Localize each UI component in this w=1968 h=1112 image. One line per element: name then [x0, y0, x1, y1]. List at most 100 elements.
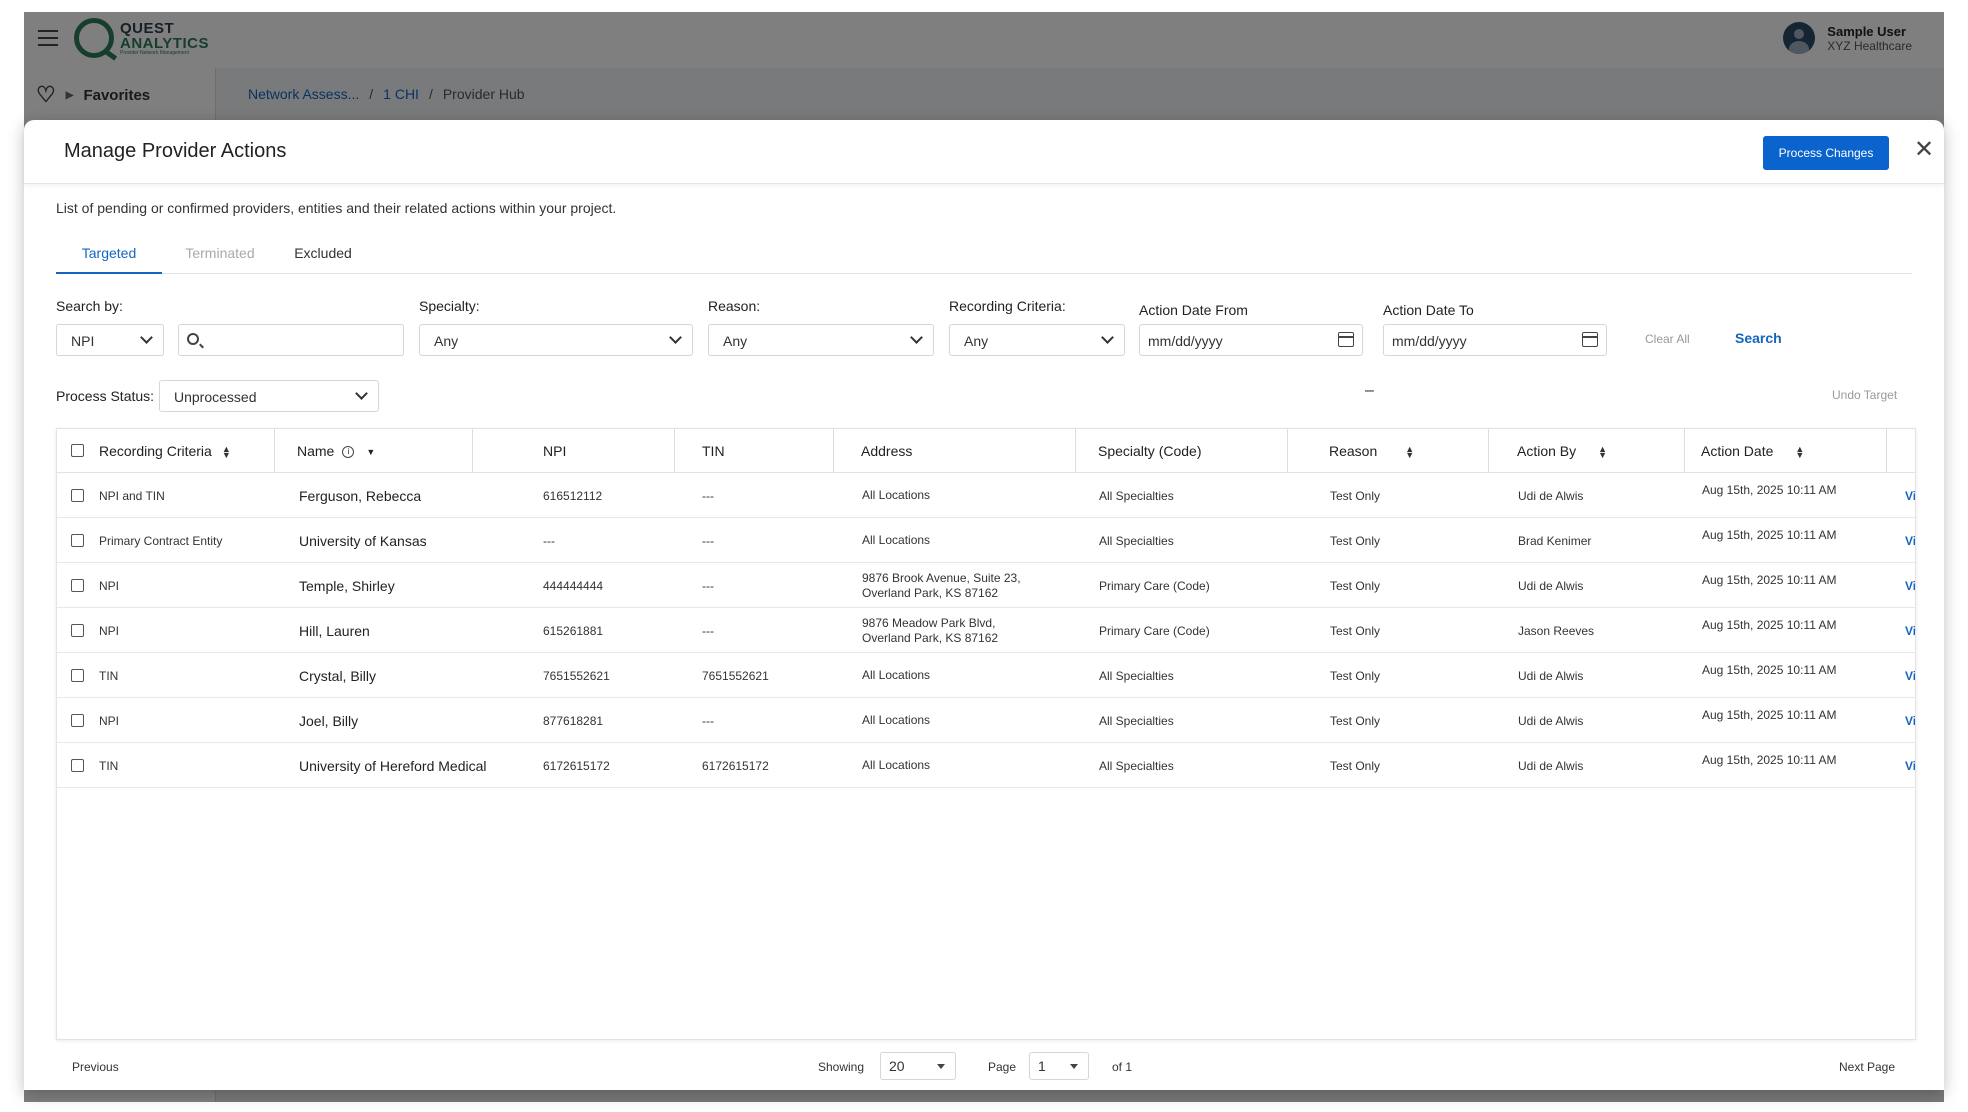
close-icon[interactable]: ✕: [1910, 136, 1938, 164]
next-page-button[interactable]: Next Page: [1839, 1060, 1895, 1074]
row-checkbox[interactable]: [71, 624, 84, 637]
cell-tin: 6172615172: [702, 743, 769, 788]
row-checkbox[interactable]: [71, 759, 84, 772]
row-checkbox[interactable]: [71, 534, 84, 547]
cell-npi-text: 444444444: [543, 578, 604, 593]
table-row: NPI Joel, Billy 877618281 --- All Locations A…: [57, 698, 1915, 743]
view-link[interactable]: Vie: [1905, 698, 1915, 743]
previous-button[interactable]: Previous: [72, 1060, 119, 1074]
cell-action-date: Aug 15th, 2025 10:11 AM: [1702, 563, 1837, 608]
sort-icon[interactable]: ▲ ▼: [1405, 445, 1414, 460]
process-status-value: Unprocessed: [174, 389, 257, 405]
column-reason[interactable]: Reason ▲ ▼: [1329, 429, 1489, 473]
cell-recording-criteria: NPI: [99, 698, 119, 743]
recording-criteria-select[interactable]: Any: [949, 324, 1125, 356]
sort-icon[interactable]: ▲ ▼: [1598, 445, 1607, 460]
view-link[interactable]: Vie: [1905, 608, 1915, 653]
cell-action-date: Aug 15th, 2025 10:11 AM: [1702, 608, 1837, 653]
cell-tin-text: 7651552621: [702, 668, 769, 683]
search-by-label: Search by:: [56, 298, 123, 314]
cell-address-text: All Locations: [862, 533, 931, 547]
column-action-by[interactable]: Action By ▲ ▼: [1517, 429, 1685, 473]
cell-specialty-text: All Specialties: [1099, 668, 1174, 683]
cell-npi: 616512112: [543, 473, 602, 518]
column-action-date[interactable]: Action Date ▲ ▼: [1701, 429, 1887, 473]
table-row: NPI and TIN Ferguson, Rebecca 616512112 ---…: [57, 473, 1915, 518]
reason-select[interactable]: Any: [708, 324, 934, 356]
cell-action-date: Aug 15th, 2025 10:11 AM: [1702, 743, 1837, 788]
cell-name-text: Temple, Shirley: [299, 577, 395, 594]
cell-action-by-text: Jason Reeves: [1518, 623, 1595, 638]
pagination: Previous Showing 20 Page 1 of 1 Next Pag…: [24, 1050, 1944, 1090]
column-recording-criteria[interactable]: Recording Criteria ▲ ▼: [99, 429, 275, 473]
cell-action-by: Brad Kenimer: [1518, 518, 1591, 563]
search-by-select[interactable]: NPI: [56, 324, 164, 356]
process-changes-button[interactable]: Process Changes: [1763, 136, 1889, 170]
view-link[interactable]: Vie: [1905, 653, 1915, 698]
view-link[interactable]: Vie: [1905, 473, 1915, 518]
cell-recording-criteria: TIN: [99, 653, 118, 698]
select-all-checkbox[interactable]: [71, 444, 84, 457]
cell-address: All Locations: [862, 653, 930, 698]
view-link[interactable]: Vie: [1905, 743, 1915, 788]
info-icon[interactable]: i: [342, 446, 355, 459]
column-npi: NPI: [543, 429, 675, 473]
cell-recording-criteria-text: Primary Contract Entity: [99, 533, 223, 548]
tab-targeted[interactable]: Targeted: [56, 236, 162, 274]
clear-all-button[interactable]: Clear All: [1645, 332, 1690, 346]
cell-action-by-text: Udi de Alwis: [1518, 713, 1584, 728]
cell-npi-text: ---: [543, 533, 555, 548]
action-date-from-input[interactable]: mm/dd/yyyy: [1139, 324, 1363, 356]
cell-recording-criteria-text: NPI: [99, 578, 120, 593]
chevron-down-icon: [669, 331, 682, 344]
row-checkbox[interactable]: [71, 579, 84, 592]
cell-address-text: All Locations: [862, 668, 931, 682]
cell-action-by: Udi de Alwis: [1518, 743, 1583, 788]
calendar-icon[interactable]: [1582, 332, 1598, 347]
sort-icon[interactable]: ▲ ▼: [1795, 445, 1804, 460]
tab-terminated[interactable]: Terminated: [174, 236, 266, 274]
cell-recording-criteria: TIN: [99, 743, 118, 788]
cell-reason-text: Test Only: [1330, 488, 1381, 503]
view-link[interactable]: Vie: [1905, 563, 1915, 608]
row-checkbox[interactable]: [71, 489, 84, 502]
page-size-select[interactable]: 20: [880, 1052, 956, 1080]
chevron-down-icon: [140, 331, 153, 344]
cell-specialty-text: All Specialties: [1099, 758, 1174, 773]
search-input[interactable]: [178, 324, 404, 356]
row-checkbox[interactable]: [71, 714, 84, 727]
page-of-label: of 1: [1112, 1060, 1133, 1074]
showing-label: Showing: [818, 1060, 865, 1074]
action-date-from-label: Action Date From: [1139, 302, 1248, 318]
view-link[interactable]: Vie: [1905, 518, 1915, 563]
sort-icon[interactable]: ▲ ▼: [222, 445, 231, 460]
cell-action-date-text: Aug 15th, 2025 10:11 AM: [1702, 708, 1837, 722]
cell-action-date-text: Aug 15th, 2025 10:11 AM: [1702, 663, 1837, 677]
cell-reason: Test Only: [1330, 698, 1380, 743]
cell-tin-text: ---: [702, 623, 714, 638]
cell-reason: Test Only: [1330, 563, 1380, 608]
column-label: Specialty (Code): [1098, 443, 1202, 459]
cell-recording-criteria-text: TIN: [99, 758, 119, 773]
specialty-value: Any: [434, 333, 459, 349]
sort-down-icon[interactable]: ▼: [366, 430, 375, 474]
calendar-icon[interactable]: [1338, 332, 1354, 347]
undo-target-button[interactable]: Undo Target: [1832, 388, 1897, 402]
process-status-select[interactable]: Unprocessed: [159, 380, 379, 412]
page-size-value: 20: [889, 1058, 905, 1074]
row-checkbox[interactable]: [71, 669, 84, 682]
cell-reason-text: Test Only: [1330, 713, 1381, 728]
cell-specialty: Primary Care (Code): [1099, 608, 1210, 653]
cell-action-by-text: Udi de Alwis: [1518, 578, 1584, 593]
cell-name: Joel, Billy: [299, 698, 358, 743]
page-select[interactable]: 1: [1029, 1052, 1089, 1080]
search-button[interactable]: Search: [1735, 330, 1782, 346]
cell-npi: 6172615172: [543, 743, 610, 788]
column-name[interactable]: Name i ▼: [297, 429, 473, 473]
action-date-to-input[interactable]: mm/dd/yyyy: [1383, 324, 1607, 356]
specialty-select[interactable]: Any: [419, 324, 693, 356]
tab-excluded[interactable]: Excluded: [286, 236, 360, 274]
cell-recording-criteria-text: NPI: [99, 623, 120, 638]
action-date-to-label: Action Date To: [1383, 302, 1474, 318]
cell-name-text: Ferguson, Rebecca: [299, 487, 422, 504]
